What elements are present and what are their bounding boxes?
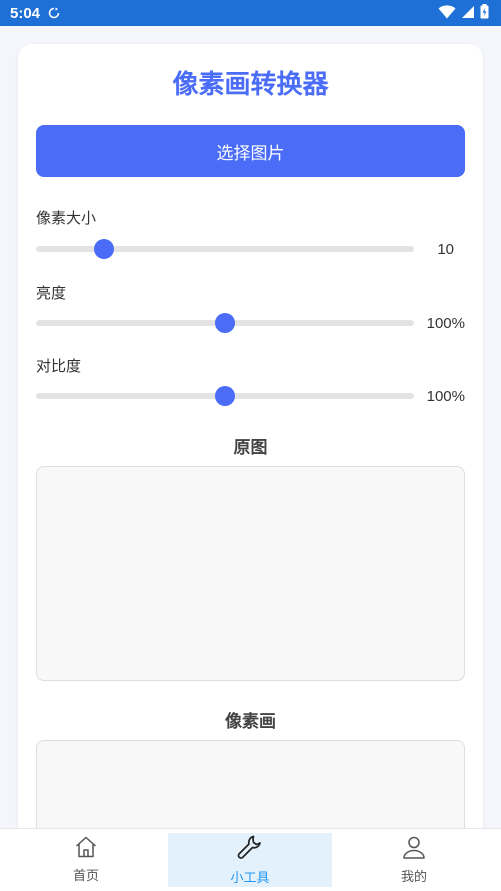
brightness-slider-thumb[interactable] — [215, 313, 235, 333]
contrast-label: 对比度 — [36, 357, 82, 375]
brightness-slider[interactable] — [36, 313, 414, 333]
contrast-value: 100% — [426, 388, 465, 405]
sync-icon — [48, 4, 60, 23]
select-image-button[interactable]: 选择图片 — [36, 125, 465, 177]
contrast-slider[interactable] — [36, 386, 414, 406]
home-icon — [74, 836, 98, 862]
wrench-icon — [236, 834, 264, 864]
page-title: 像素画转换器 — [172, 70, 329, 100]
pixel-section-title: 像素画 — [225, 712, 276, 732]
contrast-slider-thumb[interactable] — [215, 386, 235, 406]
original-section-title: 原图 — [233, 438, 268, 458]
pixel-size-value: 10 — [437, 241, 454, 258]
battery-icon — [480, 3, 489, 23]
brightness-label: 亮度 — [36, 284, 67, 302]
pixel-size-label: 像素大小 — [36, 209, 97, 227]
bottom-tab-bar: 首页 小工具 我的 — [0, 828, 501, 891]
pixel-size-slider[interactable] — [36, 239, 414, 259]
original-image-area — [36, 466, 465, 681]
wifi-icon — [438, 4, 456, 23]
status-bar: 5:04 — [0, 0, 501, 26]
user-icon — [402, 835, 426, 863]
tab-home[interactable]: 首页 — [4, 833, 168, 887]
brightness-value: 100% — [426, 315, 465, 332]
tab-mine-label: 我的 — [400, 870, 427, 885]
tab-home-label: 首页 — [72, 869, 99, 884]
pixel-size-slider-thumb[interactable] — [94, 239, 115, 259]
tab-tools-label: 小工具 — [230, 871, 270, 886]
tab-tools[interactable]: 小工具 — [168, 833, 332, 887]
signal-icon — [461, 4, 475, 23]
status-time: 5:04 — [10, 4, 41, 22]
tab-mine[interactable]: 我的 — [332, 833, 496, 887]
